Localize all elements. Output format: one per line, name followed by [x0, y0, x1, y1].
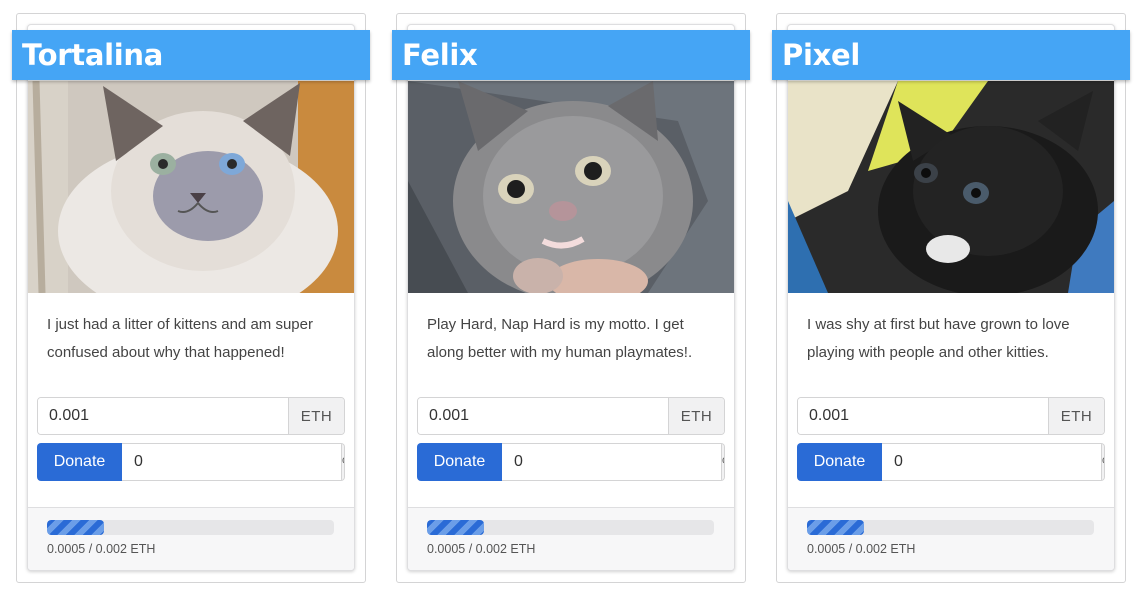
amount-input[interactable] — [418, 398, 668, 434]
card-footer: 0.0005 / 0.002 ETH — [28, 507, 354, 570]
card-footer: 0.0005 / 0.002 ETH — [408, 507, 734, 570]
amount-input-group: ETH — [37, 397, 345, 435]
cat-name-ribbon: Felix — [392, 30, 750, 80]
progress-fill — [807, 520, 865, 535]
percent-input-group: % — [882, 443, 1105, 481]
cat-card: I just had a litter of kittens and am su… — [27, 24, 355, 571]
percent-label: % — [1101, 444, 1104, 480]
cat-card: I was shy at first but have grown to lov… — [787, 24, 1115, 571]
cat-description: Play Hard, Nap Hard is my motto. I get a… — [427, 316, 693, 361]
progress-bar — [47, 520, 334, 535]
donate-group: Donate % — [37, 443, 345, 481]
cat-photo — [28, 81, 354, 293]
progress-text: 0.0005 / 0.002 ETH — [807, 542, 916, 556]
donate-group: Donate % — [797, 443, 1105, 481]
percent-input[interactable] — [502, 444, 721, 480]
amount-input[interactable] — [38, 398, 288, 434]
cat-photo — [408, 81, 734, 293]
donate-button[interactable]: Donate — [37, 443, 122, 481]
cat-card-outer: Pixel I was shy at first but have grown … — [772, 13, 1130, 583]
cat-card-outer: Felix Play Hard, Nap Hard is my motto. I… — [392, 13, 750, 583]
cat-name-ribbon: Tortalina — [12, 30, 370, 80]
donate-group: Donate % — [417, 443, 725, 481]
currency-label: ETH — [1048, 398, 1104, 434]
amount-input-group: ETH — [417, 397, 725, 435]
progress-bar — [427, 520, 714, 535]
currency-label: ETH — [288, 398, 344, 434]
percent-input[interactable] — [122, 444, 341, 480]
progress-text: 0.0005 / 0.002 ETH — [427, 542, 536, 556]
currency-label: ETH — [668, 398, 724, 434]
percent-input-group: % — [122, 443, 345, 481]
progress-text: 0.0005 / 0.002 ETH — [47, 542, 156, 556]
cat-photo — [788, 81, 1114, 293]
cat-description: I just had a litter of kittens and am su… — [47, 316, 313, 361]
percent-label: % — [721, 444, 724, 480]
progress-fill — [47, 520, 105, 535]
amount-input-group: ETH — [797, 397, 1105, 435]
progress-fill — [427, 520, 485, 535]
donate-button[interactable]: Donate — [417, 443, 502, 481]
percent-label: % — [341, 444, 344, 480]
progress-bar — [807, 520, 1094, 535]
cat-card: Play Hard, Nap Hard is my motto. I get a… — [407, 24, 735, 571]
cat-description: I was shy at first but have grown to lov… — [807, 316, 1070, 361]
donate-button[interactable]: Donate — [797, 443, 882, 481]
percent-input[interactable] — [882, 444, 1101, 480]
card-footer: 0.0005 / 0.002 ETH — [788, 507, 1114, 570]
percent-input-group: % — [502, 443, 725, 481]
cat-name-ribbon: Pixel — [772, 30, 1130, 80]
cat-card-outer: Tortalina I just had a litter of kittens… — [12, 13, 370, 583]
amount-input[interactable] — [798, 398, 1048, 434]
